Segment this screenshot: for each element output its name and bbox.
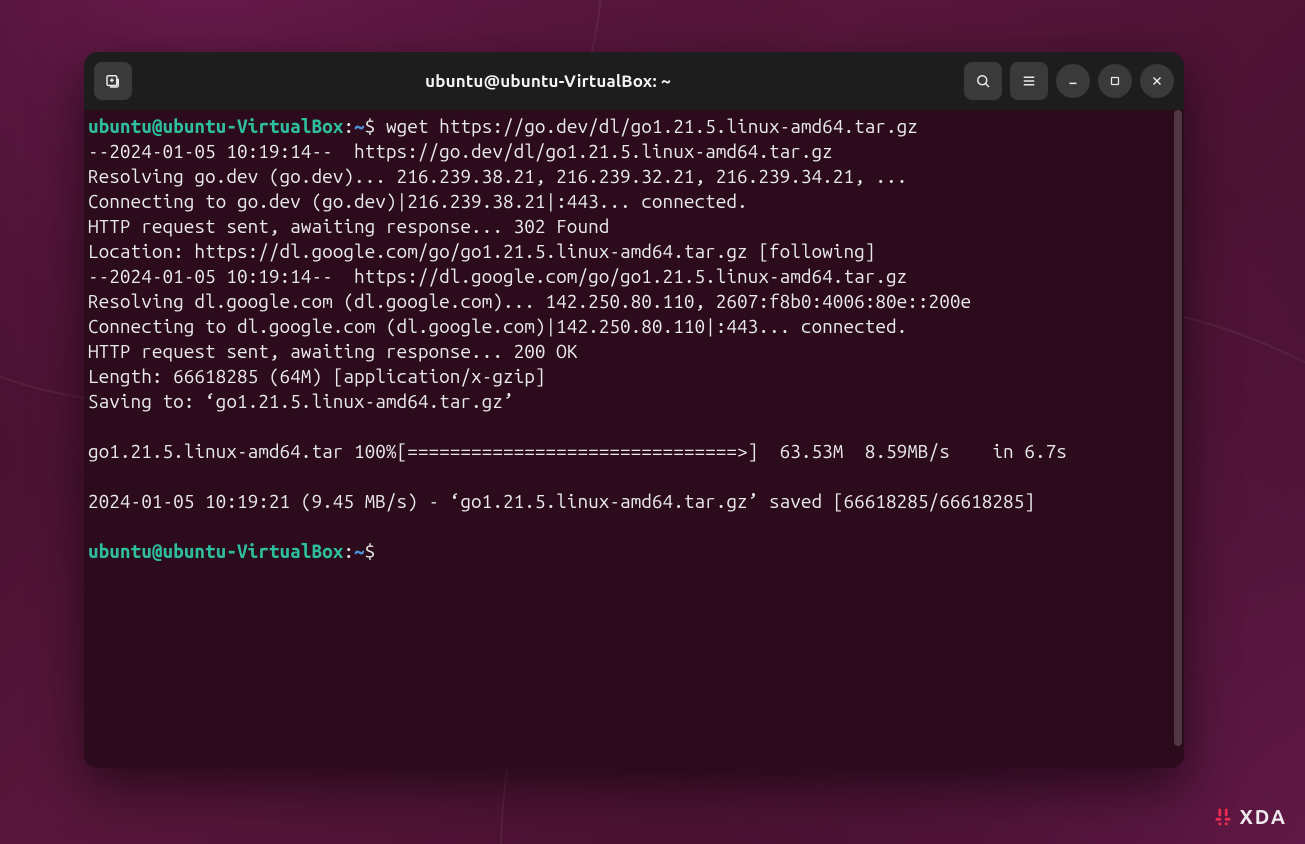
terminal-line: Saving to: ‘go1.21.5.linux-amd64.tar.gz’: [88, 390, 514, 412]
terminal-window: ubuntu@ubuntu-VirtualBox: ~: [84, 52, 1184, 768]
scrollbar[interactable]: [1174, 110, 1182, 762]
desktop-background: ubuntu@ubuntu-VirtualBox: ~: [0, 0, 1305, 844]
new-tab-button[interactable]: [94, 62, 132, 100]
maximize-icon: [1109, 75, 1121, 87]
new-tab-icon: [104, 72, 122, 90]
xda-logo-text: XDA: [1240, 805, 1287, 828]
search-icon: [974, 72, 992, 90]
maximize-button[interactable]: [1098, 64, 1132, 98]
terminal-line: HTTP request sent, awaiting response... …: [88, 340, 577, 362]
terminal-body[interactable]: ubuntu@ubuntu-VirtualBox:~$ wget https:/…: [84, 110, 1184, 768]
prompt-colon: :: [343, 115, 354, 137]
scrollbar-thumb[interactable]: [1174, 110, 1182, 746]
terminal-line: 2024-01-05 10:19:21 (9.45 MB/s) - ‘go1.2…: [88, 490, 1035, 512]
terminal-line: Resolving dl.google.com (dl.google.com).…: [88, 290, 971, 312]
terminal-line: HTTP request sent, awaiting response... …: [88, 215, 609, 237]
terminal-line: Location: https://dl.google.com/go/go1.2…: [88, 240, 875, 262]
hamburger-icon: [1020, 72, 1038, 90]
prompt-dollar: $: [365, 115, 386, 137]
terminal-line: Connecting to go.dev (go.dev)|216.239.38…: [88, 190, 748, 212]
titlebar: ubuntu@ubuntu-VirtualBox: ~: [84, 52, 1184, 110]
search-button[interactable]: [964, 62, 1002, 100]
prompt-dollar: $: [365, 540, 386, 562]
window-title: ubuntu@ubuntu-VirtualBox: ~: [140, 72, 956, 91]
terminal-line: Resolving go.dev (go.dev)... 216.239.38.…: [88, 165, 907, 187]
terminal-output[interactable]: ubuntu@ubuntu-VirtualBox:~$ wget https:/…: [88, 114, 1174, 564]
terminal-line: --2024-01-05 10:19:14-- https://dl.googl…: [88, 265, 907, 287]
prompt-colon: :: [343, 540, 354, 562]
terminal-line: --2024-01-05 10:19:14-- https://go.dev/d…: [88, 140, 833, 162]
terminal-command: wget https://go.dev/dl/go1.21.5.linux-am…: [386, 115, 918, 137]
terminal-line: Length: 66618285 (64M) [application/x-gz…: [88, 365, 546, 387]
prompt-path: ~: [354, 115, 365, 137]
xda-watermark: XDA: [1212, 805, 1287, 828]
prompt-user-host: ubuntu@ubuntu-VirtualBox: [88, 540, 343, 562]
close-button[interactable]: [1140, 64, 1174, 98]
minimize-button[interactable]: [1056, 64, 1090, 98]
terminal-line: go1.21.5.linux-amd64.tar 100%[==========…: [88, 440, 1067, 462]
xda-logo-icon: [1212, 806, 1234, 828]
minimize-icon: [1066, 74, 1080, 88]
menu-button[interactable]: [1010, 62, 1048, 100]
prompt-path: ~: [354, 540, 365, 562]
terminal-line: Connecting to dl.google.com (dl.google.c…: [88, 315, 907, 337]
prompt-user-host: ubuntu@ubuntu-VirtualBox: [88, 115, 343, 137]
close-icon: [1150, 74, 1164, 88]
